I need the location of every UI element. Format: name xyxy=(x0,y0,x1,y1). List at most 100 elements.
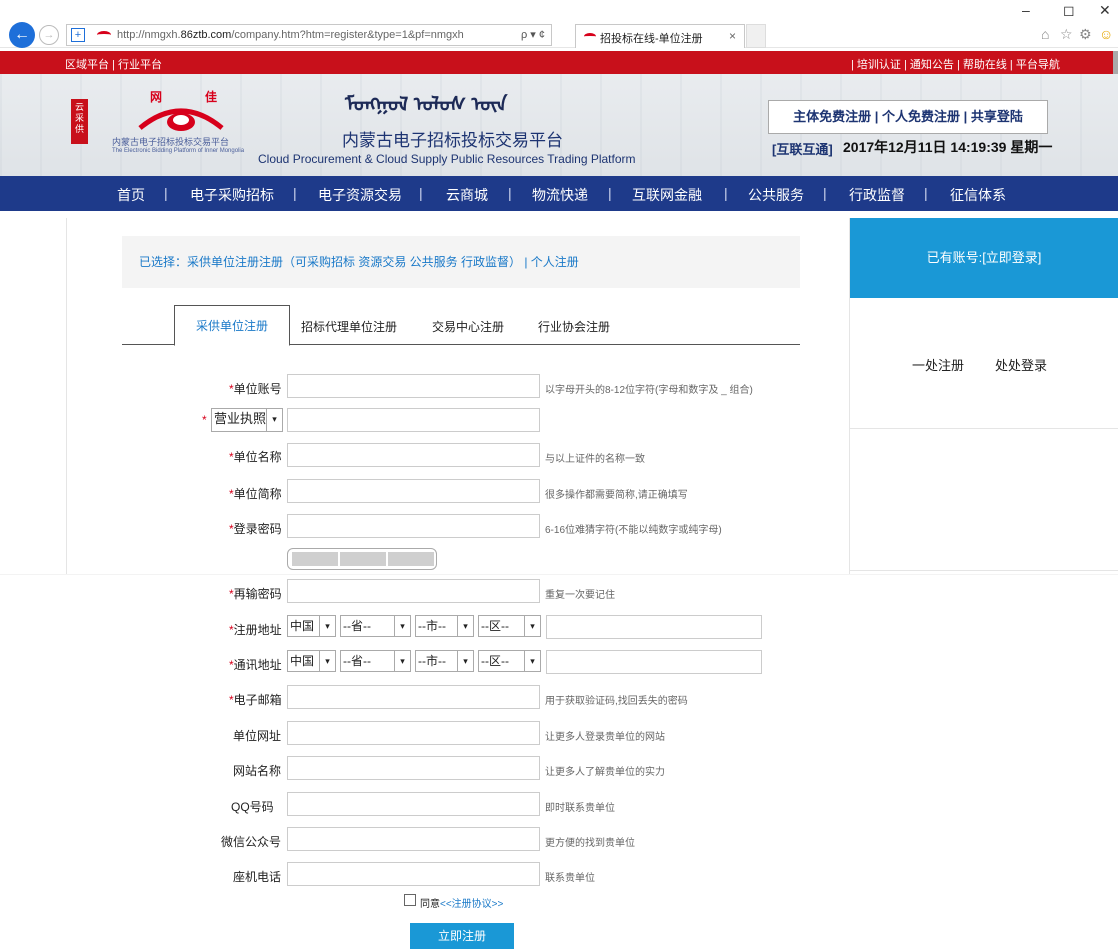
nav-home[interactable]: 首页 xyxy=(117,185,145,205)
register-type-tabs: 采供单位注册 招标代理单位注册 交易中心注册 行业协会注册 xyxy=(122,305,800,346)
site-name-hint: 让更多人了解贵单位的实力 xyxy=(545,767,665,778)
short-name-input[interactable] xyxy=(287,479,540,503)
tab-close-icon[interactable]: × xyxy=(729,29,736,43)
email-input[interactable] xyxy=(287,685,540,709)
panel-divider xyxy=(850,570,1118,571)
chevron-down-icon: ▾ xyxy=(394,651,410,671)
strength-segment xyxy=(340,552,386,566)
short-name-label: *单位简称 xyxy=(229,487,282,501)
chevron-down-icon: ▾ xyxy=(319,651,335,671)
tab-industry-association[interactable]: 行业协会注册 xyxy=(538,318,610,335)
tab-trading-center[interactable]: 交易中心注册 xyxy=(432,318,504,335)
region-platform-links[interactable]: 区域平台 | 行业平台 xyxy=(65,56,162,72)
address-bar[interactable]: + http://nmgxh.86ztb.com/company.htm?htm… xyxy=(66,24,552,46)
confirm-password-label: *再输密码 xyxy=(229,587,282,601)
reg-country-select[interactable]: 中国 ▾ xyxy=(287,615,336,637)
reg-address-detail-input[interactable] xyxy=(546,615,762,639)
nav-procurement[interactable]: 电子采购招标 xyxy=(190,185,274,205)
tab-logo-icon xyxy=(584,33,596,40)
nav-public-service[interactable]: 公共服务 xyxy=(748,185,804,205)
nav-logistics[interactable]: 物流快递 xyxy=(532,185,588,205)
nav-finance[interactable]: 互联网金融 xyxy=(632,185,702,205)
selection-bar[interactable]: 已选择：采供单位注册注册（可采购招标 资源交易 公共服务 行政监督） | 个人注… xyxy=(122,236,800,288)
home-icon[interactable]: ⌂ xyxy=(1041,26,1049,42)
mail-city-select[interactable]: --市-- ▾ xyxy=(415,650,474,672)
account-input[interactable] xyxy=(287,374,540,398)
account-label: *单位账号 xyxy=(229,382,282,396)
short-name-hint: 很多操作都需要简称,请正确填写 xyxy=(545,490,688,501)
forward-button[interactable]: → xyxy=(39,25,59,45)
tab-bidding-agency[interactable]: 招标代理单位注册 xyxy=(301,318,397,335)
register-submit-button[interactable]: 立即注册 xyxy=(410,923,514,949)
password-label: *登录密码 xyxy=(229,522,282,536)
tab-procurement-unit[interactable]: 采供单位注册 xyxy=(174,305,290,346)
nav-separator: | xyxy=(508,185,512,201)
search-refresh-icons[interactable]: ρ ▾ ¢ xyxy=(521,28,545,41)
wechat-input[interactable] xyxy=(287,827,540,851)
confirm-password-hint: 重复一次要记住 xyxy=(545,590,615,601)
phone-label: 座机电话 xyxy=(233,870,282,884)
nav-cloud-mall[interactable]: 云商城 xyxy=(446,185,488,205)
settings-gear-icon[interactable]: ⚙ xyxy=(1079,26,1092,43)
agreement-link[interactable]: <<注册协议>> xyxy=(440,899,503,910)
new-tab-button[interactable] xyxy=(746,24,766,48)
account-hint: 以字母开头的8-12位字符(字母和数字及 _ 组合) xyxy=(545,385,753,396)
reg-city-select[interactable]: --市-- ▾ xyxy=(415,615,474,637)
reg-address-label: *注册地址 xyxy=(229,623,282,637)
feedback-smile-icon[interactable]: ☺ xyxy=(1099,26,1113,42)
qq-input[interactable] xyxy=(287,792,540,816)
license-number-input[interactable] xyxy=(287,408,540,432)
website-hint: 让更多人登录贵单位的网站 xyxy=(545,732,665,743)
nav-separator: | xyxy=(724,185,728,201)
close-window-icon[interactable]: ✕ xyxy=(1099,2,1111,19)
password-strength-meter xyxy=(287,548,437,570)
website-input[interactable] xyxy=(287,721,540,745)
slogan-register-once: 一处注册 xyxy=(912,358,965,373)
interconnect-link[interactable]: [互联互通] xyxy=(772,139,833,158)
license-type-select[interactable]: 营业执照 ▾ xyxy=(211,408,283,432)
login-now-box[interactable]: 已有账号:[立即登录] xyxy=(850,218,1118,298)
mail-province-select[interactable]: --省-- ▾ xyxy=(340,650,411,672)
browser-chrome: ← → + http://nmgxh.86ztb.com/company.htm… xyxy=(0,0,1118,48)
restore-icon[interactable]: ◻ xyxy=(1063,2,1075,19)
panel-divider xyxy=(850,428,1118,429)
free-register-links[interactable]: 主体免费注册 | 个人免费注册 | 共享登陆 xyxy=(768,100,1048,134)
chevron-down-icon: ▾ xyxy=(457,651,473,671)
top-bar: 区域平台 | 行业平台 | 培训认证 | 通知公告 | 帮助在线 | 平台导航 xyxy=(0,51,1118,74)
unit-name-input[interactable] xyxy=(287,443,540,467)
url-text[interactable]: http://nmgxh.86ztb.com/company.htm?htm=r… xyxy=(117,29,464,41)
mail-country-select[interactable]: 中国 ▾ xyxy=(287,650,336,672)
qq-hint: 即时联系贵单位 xyxy=(545,803,615,814)
qq-label: QQ号码 xyxy=(231,800,274,814)
password-input[interactable] xyxy=(287,514,540,538)
site-name-input[interactable] xyxy=(287,756,540,780)
mail-address-detail-input[interactable] xyxy=(546,650,762,674)
chevron-down-icon: ▾ xyxy=(319,616,335,636)
browser-tab[interactable]: 招投标在线-单位注册 × xyxy=(575,24,745,48)
mail-district-select[interactable]: --区-- ▾ xyxy=(478,650,541,672)
chevron-down-icon: ▾ xyxy=(457,616,473,636)
reg-province-select[interactable]: --省-- ▾ xyxy=(340,615,411,637)
top-right-links[interactable]: | 培训认证 | 通知公告 | 帮助在线 | 平台导航 xyxy=(851,56,1060,72)
mail-address-label: *通讯地址 xyxy=(229,658,282,672)
chevron-down-icon: ▾ xyxy=(266,409,282,431)
phone-hint: 联系贵单位 xyxy=(545,873,595,884)
nav-resource-trading[interactable]: 电子资源交易 xyxy=(318,185,402,205)
nav-separator: | xyxy=(608,185,612,201)
minimize-icon[interactable]: – xyxy=(1022,2,1030,18)
nav-separator: | xyxy=(419,185,423,201)
site-name-label: 网站名称 xyxy=(233,764,282,778)
confirm-password-input[interactable] xyxy=(287,579,540,603)
content-left-border xyxy=(66,218,67,574)
email-hint: 用于获取验证码,找回丢失的密码 xyxy=(545,696,688,707)
phone-input[interactable] xyxy=(287,862,540,886)
agree-checkbox[interactable] xyxy=(404,894,416,906)
nav-supervision[interactable]: 行政监督 xyxy=(849,185,905,205)
reg-district-select[interactable]: --区-- ▾ xyxy=(478,615,541,637)
unit-name-label: *单位名称 xyxy=(229,450,282,464)
section-break xyxy=(0,574,1118,575)
seal-logo: 云采供 xyxy=(71,99,88,144)
nav-credit[interactable]: 征信体系 xyxy=(950,185,1006,205)
back-button[interactable]: ← xyxy=(9,22,35,48)
favorites-star-icon[interactable]: ☆ xyxy=(1060,26,1073,43)
